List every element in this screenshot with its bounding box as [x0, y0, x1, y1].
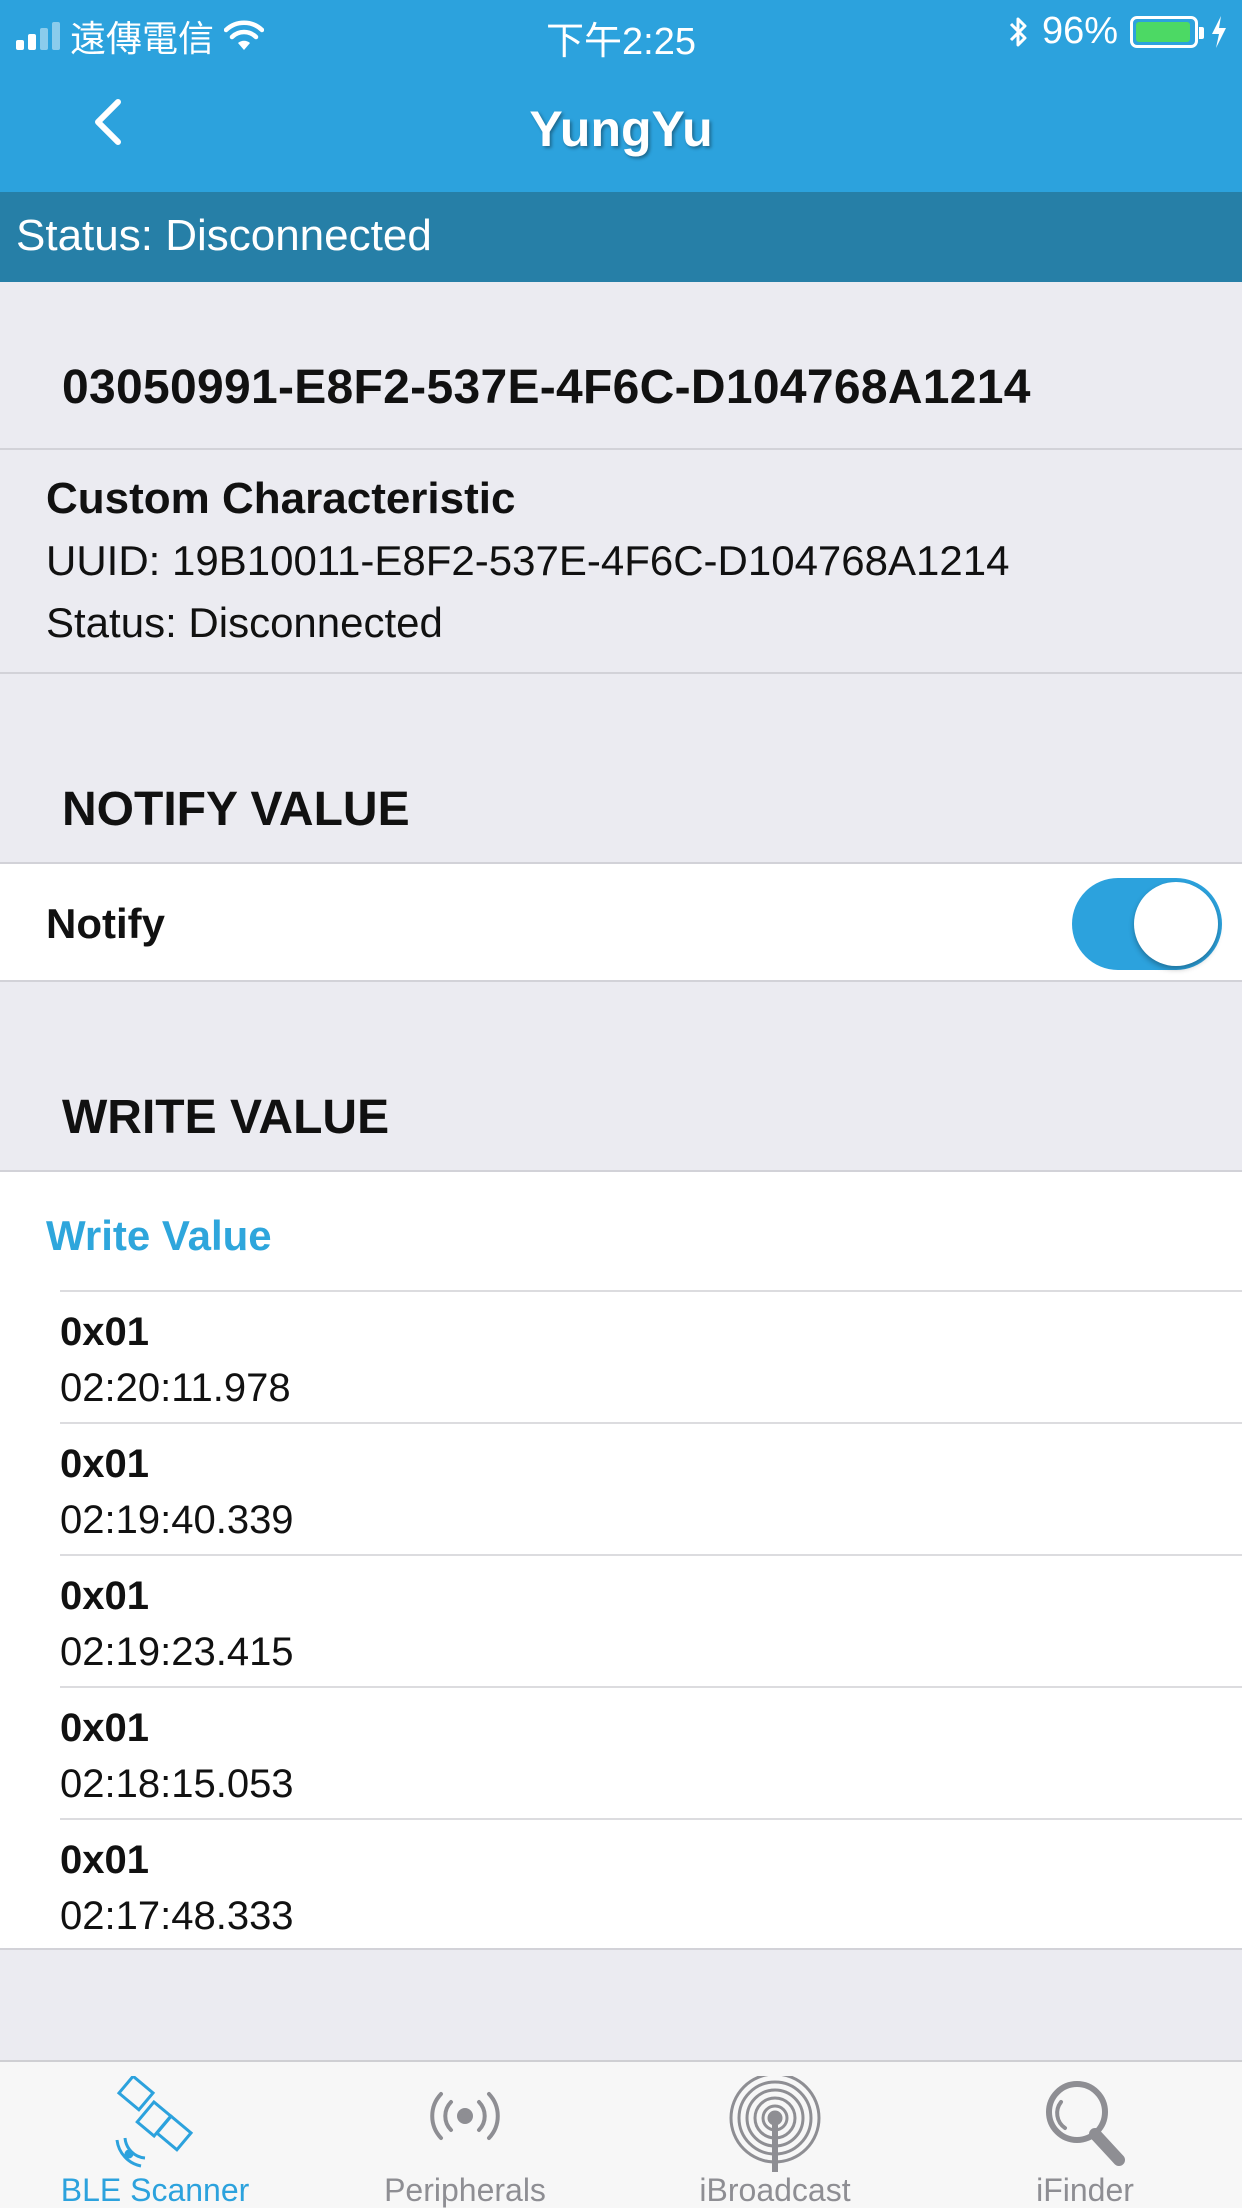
log-value: 0x01 — [60, 1442, 149, 1486]
write-value-button[interactable]: Write Value — [46, 1212, 272, 1260]
battery-icon — [1130, 15, 1204, 48]
tab-bar: BLE Scanner Peripherals iBroadcast iFind… — [0, 2060, 1242, 2208]
write-panel: Write Value 0x01 02:20:11.978 0x01 02:19… — [0, 1170, 1242, 1950]
satellite-icon — [115, 2076, 194, 2168]
log-row: 0x01 02:20:11.978 — [60, 1290, 1242, 1422]
service-uuid: 03050991-E8F2-537E-4F6C-D104768A1214 — [62, 361, 1031, 414]
notify-section-header: NOTIFY VALUE — [62, 783, 410, 836]
broadcast-waves-icon — [430, 2092, 500, 2140]
log-value: 0x01 — [60, 1574, 149, 1618]
log-row: 0x01 02:19:40.339 — [60, 1422, 1242, 1554]
nav-bar: YungYu — [0, 62, 1242, 192]
tab-ble-scanner[interactable]: BLE Scanner — [0, 2062, 310, 2208]
log-row: 0x01 02:19:23.415 — [60, 1554, 1242, 1686]
tab-label: iBroadcast — [699, 2172, 851, 2208]
characteristic-info: Custom Characteristic UUID: 19B10011-E8F… — [46, 468, 1009, 654]
page-title: YungYu — [529, 101, 713, 157]
concentric-circles-icon — [729, 2076, 821, 2172]
status-bar: 遠傳電信 下午2:25 96% — [0, 0, 1242, 63]
tab-ibroadcast[interactable]: iBroadcast — [620, 2062, 930, 2208]
tab-label: Peripherals — [384, 2172, 546, 2208]
toggle-knob — [1134, 882, 1218, 966]
log-value: 0x01 — [60, 1706, 149, 1750]
connection-status-banner: Status: Disconnected — [0, 192, 1242, 282]
log-value: 0x01 — [60, 1838, 149, 1882]
characteristic-title: Custom Characteristic — [46, 474, 516, 523]
notify-label: Notify — [46, 900, 165, 947]
notify-row: Notify — [0, 862, 1242, 982]
status-right: 96% — [1008, 10, 1228, 53]
charging-icon — [1212, 15, 1226, 48]
divider — [0, 448, 1242, 450]
battery-fill — [1136, 21, 1190, 42]
log-time: 02:19:23.415 — [60, 1630, 294, 1674]
tab-peripherals[interactable]: Peripherals — [310, 2062, 620, 2208]
log-time: 02:20:11.978 — [60, 1366, 291, 1410]
tab-ifinder[interactable]: iFinder — [930, 2062, 1240, 2208]
log-time: 02:19:40.339 — [60, 1498, 294, 1542]
characteristic-uuid: UUID: 19B10011-E8F2-537E-4F6C-D104768A12… — [46, 537, 1010, 584]
log-row: 0x01 02:18:15.053 — [60, 1686, 1242, 1818]
divider — [0, 672, 1242, 674]
log-time: 02:18:15.053 — [60, 1762, 294, 1806]
bluetooth-icon — [1009, 17, 1027, 46]
log-value: 0x01 — [60, 1310, 149, 1354]
top-bar: 遠傳電信 下午2:25 96% YungYu — [0, 0, 1242, 192]
write-section-header: WRITE VALUE — [62, 1091, 390, 1144]
log-time: 02:17:48.333 — [60, 1894, 294, 1938]
characteristic-status: Status: Disconnected — [46, 599, 443, 646]
notify-toggle[interactable] — [1072, 878, 1222, 970]
battery-percent: 96% — [1041, 10, 1118, 52]
tab-label: BLE Scanner — [60, 2172, 250, 2208]
log-row: 0x01 02:17:48.333 — [60, 1818, 1242, 1950]
tab-label: iFinder — [1036, 2172, 1134, 2208]
magnifier-icon — [1046, 2081, 1125, 2166]
